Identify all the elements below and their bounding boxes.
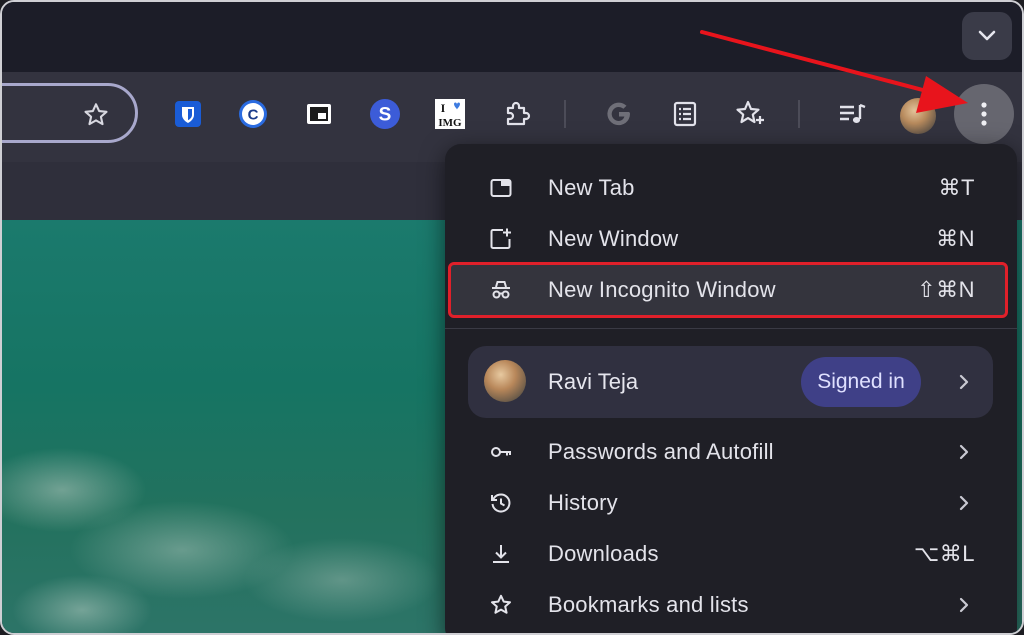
svg-text:S: S [379,105,392,126]
bookmark-star-button[interactable] [78,97,114,133]
chevron-down-icon [978,30,996,41]
menu-item-bookmarks-lists[interactable]: Bookmarks and lists [445,581,1017,629]
signed-in-badge: Signed in [801,357,921,407]
menu-item-shortcut: ⌘N [936,226,975,251]
incognito-icon [492,281,510,299]
svg-text:C: C [248,107,259,124]
menu-item-label: New Tab [548,175,635,200]
svg-text:I: I [441,101,446,115]
menu-item-new-incognito-window[interactable]: New Incognito Window ⇧⌘N [445,266,1017,314]
chrome-menu: New Tab ⌘T New Window ⌘N New Incognito W… [445,144,1017,633]
key-icon [491,447,511,457]
google-g-icon[interactable] [602,97,636,131]
chevron-right-icon [959,444,969,460]
reading-list-icon[interactable] [668,97,702,131]
menu-item-history[interactable]: History [445,479,1017,527]
menu-item-label: New Incognito Window [548,277,776,302]
media-controls-icon[interactable] [835,97,869,131]
profile-avatar [484,360,526,402]
menu-item-label: Bookmarks and lists [548,592,749,617]
menu-item-label: New Window [548,226,679,251]
new-window-icon [490,228,511,249]
browser-window: C S I IMG New Tab ⌘T New Window ⌘N New I… [0,0,1024,635]
chevron-right-icon [959,597,969,613]
three-dots-vertical-icon [981,102,987,126]
svg-text:IMG: IMG [438,117,462,129]
bitwarden-icon[interactable] [171,97,205,131]
bookmarks-star-icon[interactable] [733,97,767,131]
profile-avatar[interactable] [900,98,936,134]
address-bar[interactable] [2,83,138,143]
profile-row[interactable]: Ravi Teja Signed in [468,346,993,418]
menu-item-downloads[interactable]: Downloads ⌥⌘L [445,530,1017,578]
menu-item-new-window[interactable]: New Window ⌘N [445,215,1017,263]
menu-item-label: Downloads [548,541,659,566]
c-extension-icon[interactable]: C [236,97,270,131]
chevron-right-icon [959,374,969,390]
toolbar-separator [564,100,566,128]
profile-name: Ravi Teja [548,369,639,394]
star-outline-icon [84,103,108,126]
menu-divider [445,328,1017,329]
bookmark-star-icon [491,594,511,614]
chrome-menu-button[interactable] [954,84,1014,144]
menu-item-passwords-autofill[interactable]: Passwords and Autofill [445,428,1017,476]
wave-foam-background [2,430,462,633]
tab-search-button[interactable] [962,12,1012,60]
picture-in-picture-icon[interactable] [302,97,336,131]
menu-item-new-tab[interactable]: New Tab ⌘T [445,164,1017,212]
menu-item-label: Passwords and Autofill [548,439,774,464]
download-icon [493,545,509,563]
i-love-img-icon[interactable]: I IMG [433,97,467,131]
toolbar-separator [798,100,800,128]
chevron-right-icon [959,495,969,511]
menu-item-shortcut: ⌘T [938,175,975,200]
menu-item-label: History [548,490,618,515]
new-tab-icon [490,179,512,197]
menu-item-shortcut: ⌥⌘L [913,541,975,566]
extensions-puzzle-icon[interactable] [500,97,534,131]
s-extension-icon[interactable]: S [368,97,402,131]
history-icon [491,493,511,513]
tab-strip [2,2,1022,72]
menu-item-shortcut: ⇧⌘N [917,277,975,302]
